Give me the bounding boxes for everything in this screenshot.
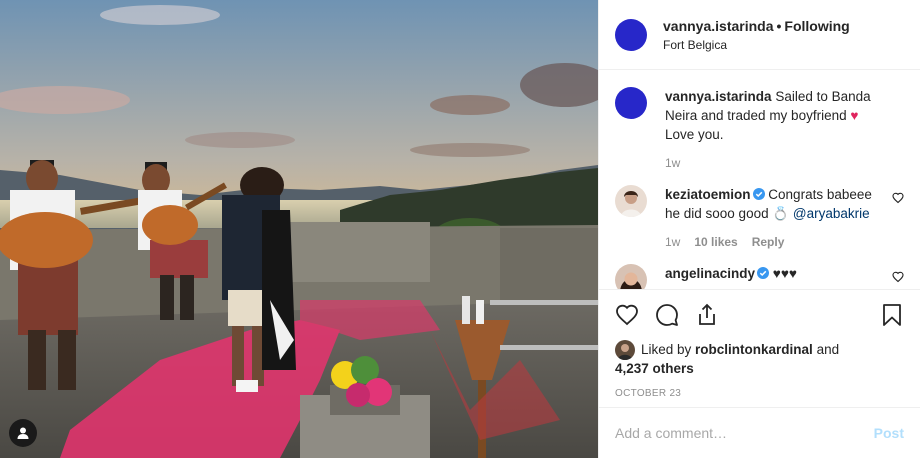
liked-by-prefix: Liked by xyxy=(641,342,696,357)
author-avatar[interactable] xyxy=(615,18,647,51)
user-tag-icon xyxy=(16,426,30,440)
post-side-panel: vannya.istarinda • Following Fort Belgica … xyxy=(598,0,920,458)
caption-time[interactable]: 1w xyxy=(665,154,680,173)
share-icon[interactable] xyxy=(695,303,719,327)
post-photo[interactable] xyxy=(0,0,598,458)
caption-author-avatar[interactable] xyxy=(615,87,647,119)
likes-count-link[interactable]: 4,237 others xyxy=(615,360,904,378)
proposal-scene-image xyxy=(0,0,598,458)
comment-text: ♥♥♥ xyxy=(772,266,797,281)
save-bookmark-icon[interactable] xyxy=(880,303,904,327)
caption-author[interactable]: vannya.istarinda xyxy=(665,89,772,104)
comment-time[interactable]: 1w xyxy=(665,233,680,252)
location-link[interactable]: Fort Belgica xyxy=(663,37,850,53)
post-comment-button[interactable]: Post xyxy=(874,425,904,441)
liked-by-line: Liked by robclintonkardinal and xyxy=(615,340,904,360)
comment-author[interactable]: angelinacindy xyxy=(665,266,755,281)
verified-badge-icon xyxy=(752,186,765,200)
post-actions: Liked by robclintonkardinal and 4,237 ot… xyxy=(599,289,920,399)
comment-bubble-icon[interactable] xyxy=(655,303,679,327)
comment-like-heart-icon[interactable] xyxy=(892,191,904,207)
verified-badge-icon xyxy=(757,265,770,279)
comment-like-heart-icon[interactable] xyxy=(892,270,904,286)
user-tag-button[interactable] xyxy=(9,419,37,447)
like-heart-icon[interactable] xyxy=(615,303,639,327)
red-heart-emoji: ♥ xyxy=(850,108,859,123)
comment-input[interactable] xyxy=(615,425,874,441)
comments-list[interactable]: vannya.istarinda Sailed to Banda Neira a… xyxy=(599,71,920,289)
comment-likes-count[interactable]: 10 likes xyxy=(694,233,737,252)
liked-by-username[interactable]: robclintonkardinal xyxy=(695,342,813,357)
add-comment-bar: Post xyxy=(599,407,920,458)
commenter-avatar[interactable] xyxy=(615,185,647,217)
caption-text-end: Love you. xyxy=(665,127,724,142)
comment-item: keziatoemion Congrats babeee he did sooo… xyxy=(615,185,904,252)
following-button[interactable]: Following xyxy=(784,18,849,34)
liker-avatar[interactable] xyxy=(615,340,635,360)
comment-mention-link[interactable]: @aryabakrie xyxy=(793,206,870,221)
post-header: vannya.istarinda • Following Fort Belgica xyxy=(599,0,920,70)
header-separator: • xyxy=(776,17,782,34)
reply-button[interactable]: Reply xyxy=(752,233,785,252)
comment-item: angelinacindy ♥♥♥ xyxy=(615,264,904,289)
liked-by-connector: and xyxy=(812,342,840,357)
commenter-avatar[interactable] xyxy=(615,264,647,289)
author-username[interactable]: vannya.istarinda xyxy=(663,18,774,34)
post-date[interactable]: OCTOBER 23 xyxy=(615,388,904,399)
comment-author[interactable]: keziatoemion xyxy=(665,187,751,202)
caption-comment: vannya.istarinda Sailed to Banda Neira a… xyxy=(615,87,904,173)
